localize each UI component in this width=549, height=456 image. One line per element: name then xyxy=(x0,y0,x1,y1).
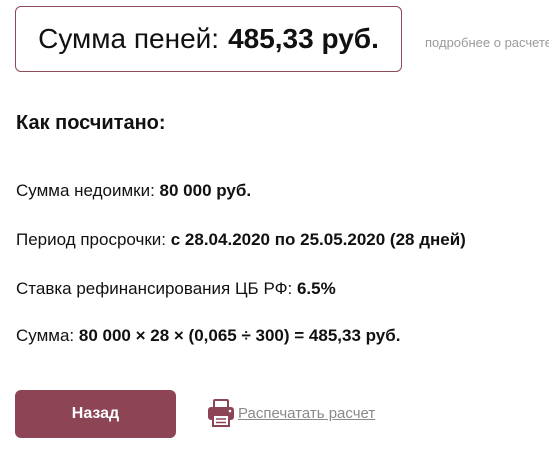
overdue-period-row: Период просрочки: с 28.04.2020 по 25.05.… xyxy=(16,230,466,250)
overdue-period-value: с 28.04.2020 по 25.05.2020 (28 дней) xyxy=(170,230,466,249)
formula-value: 80 000 × 28 × (0,065 ÷ 300) = 485,33 руб… xyxy=(78,326,401,345)
print-calculation-link[interactable]: Распечатать расчет xyxy=(206,397,375,429)
penalty-total-label: Сумма пеней: xyxy=(38,23,220,54)
refinancing-rate-label: Ставка рефинансирования ЦБ РФ: xyxy=(16,279,297,298)
arrears-amount-row: Сумма недоимки: 80 000 руб. xyxy=(16,181,251,201)
printer-icon xyxy=(208,399,234,427)
back-button[interactable]: Назад xyxy=(15,390,176,438)
penalty-total-value: 485,33 руб. xyxy=(228,23,379,54)
refinancing-rate-value: 6.5% xyxy=(296,279,336,298)
formula-row: Сумма: 80 000 × 28 × (0,065 ÷ 300) = 485… xyxy=(16,326,400,346)
calculation-heading: Как посчитано: xyxy=(16,112,166,134)
penalty-total-box: Сумма пеней: 485,33 руб. xyxy=(15,6,402,72)
print-calculation-label: Распечатать расчет xyxy=(238,404,376,422)
refinancing-rate-row: Ставка рефинансирования ЦБ РФ: 6.5% xyxy=(16,279,336,299)
overdue-period-label: Период просрочки: xyxy=(16,230,171,249)
formula-label: Сумма: xyxy=(16,326,79,345)
penalty-result-page: Сумма пеней: 485,33 руб. подробнее о рас… xyxy=(0,0,549,456)
arrears-amount-label: Сумма недоимки: xyxy=(16,181,160,200)
arrears-amount-value: 80 000 руб. xyxy=(159,181,252,200)
details-link[interactable]: подробнее о расчете xyxy=(425,35,549,50)
